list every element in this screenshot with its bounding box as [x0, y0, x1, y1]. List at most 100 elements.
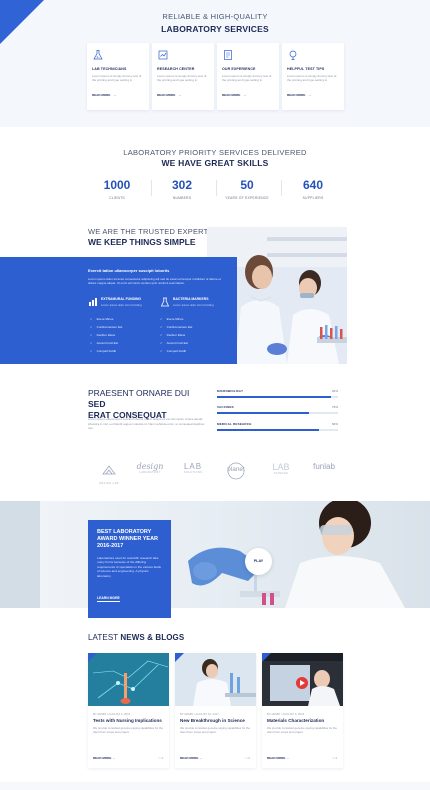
funlab-text: funlab: [313, 462, 335, 471]
news-badge: [262, 653, 271, 662]
feature-title: BACTERIA MARKERS: [173, 297, 209, 301]
news-image: [175, 653, 256, 706]
list-item: Accenti Incit Est: [160, 339, 230, 347]
progress-percent: 76%: [331, 405, 338, 409]
trusted-info-panel: Exercit tation ullamcorper suscipit lobo…: [0, 257, 237, 364]
service-name: RESEARCH CENTER: [157, 67, 195, 71]
news-card[interactable]: BY ADMIN / AUGUST 12, 2017 New Breakthro…: [175, 653, 256, 768]
read-more-link[interactable]: READ MORE →: [267, 756, 289, 760]
list-item: Decibor Elsus: [90, 331, 160, 339]
bacteria-icon: [160, 297, 170, 307]
news-badge: [175, 653, 184, 662]
read-more-link[interactable]: READ MORE →: [222, 93, 274, 97]
news-card[interactable]: BY ADMIN / AUGUST 9, 2016 Materials Char…: [262, 653, 343, 768]
news-title[interactable]: New Breakthrough in Science: [180, 718, 254, 723]
news-meta: BY ADMIN / AUGUST 4, 2016: [93, 712, 131, 716]
comments-count[interactable]: □ 6: [246, 756, 250, 760]
progress-fill: [217, 396, 331, 398]
list-item: Accenti Incit Est: [90, 339, 160, 347]
list-item: Confiromentem Est: [160, 323, 230, 331]
comments-count[interactable]: □ 4: [159, 756, 163, 760]
progress-name: MEDICAL RESEARCH: [217, 422, 252, 426]
trusted-subtitle: WE ARE THE TRUSTED EXPERTS: [88, 227, 214, 236]
funding-icon: [89, 298, 97, 306]
list-item: Compelt Fuldit: [90, 347, 160, 355]
stat-value: 302: [171, 178, 193, 192]
test-tips-icon: [289, 50, 297, 60]
news-excerpt: We provide consulted genuine paying capa…: [267, 726, 337, 735]
services-subtitle: RELIABLE & HIGH-QUALITY: [162, 12, 268, 21]
comments-count[interactable]: □ 4: [333, 756, 337, 760]
read-more-link[interactable]: READ MORE →: [287, 93, 339, 97]
news-image: [88, 653, 169, 706]
progress-name: VACCINES: [217, 405, 234, 409]
list-item: Compelt Fuldit: [160, 347, 230, 355]
service-name: HELPFUL TEST TIPS: [287, 67, 325, 71]
read-more-link[interactable]: READ MORE →: [180, 756, 202, 760]
progress-percent: 84%: [331, 422, 338, 426]
trusted-title: WE KEEP THINGS SIMPLE: [88, 237, 196, 247]
service-name: LAB TECHNICIANS: [92, 67, 127, 71]
read-more-link[interactable]: READ MORE →: [92, 93, 144, 97]
stat-label: NUMBERS: [172, 196, 192, 200]
award-scientist-photo: [0, 501, 430, 608]
flask-icon: [93, 50, 103, 60]
stat-suppliers: 640 SUPPLIERS: [283, 178, 343, 200]
stat-label: YEARS OF EXPERIENCE: [225, 196, 269, 200]
service-text: Lorem ipsum is simply dummy text of the …: [157, 74, 207, 83]
learn-more-button[interactable]: LEARN MORE: [97, 596, 120, 602]
news-meta: BY ADMIN / AUGUST 12, 2017: [180, 712, 219, 716]
stat-value: 1000: [103, 178, 131, 192]
stat-clients: 1000 CLIENTS: [87, 178, 147, 200]
news-image: [262, 653, 343, 706]
partner-logo-design-lab[interactable]: DESIGN LAB: [92, 462, 126, 485]
news-card[interactable]: BY ADMIN / AUGUST 4, 2016 Tests with Nur…: [88, 653, 169, 768]
news-section-title: LATEST NEWS & BLOGS: [88, 633, 185, 642]
feature-text: Lorem ipsum dolor sit in Funding: [173, 303, 214, 307]
partner-logo-planet[interactable]: planet: [219, 462, 253, 482]
panel-text: Lorem ipsum dolor sit amet consectetur a…: [88, 277, 221, 286]
award-info-box: BEST LABORATORY AWARD WINNER YEAR 2016-2…: [88, 520, 171, 618]
stat-label: CLIENTS: [109, 196, 125, 200]
checklist-left: Evere Minus Confiromentem Est Decibor El…: [90, 315, 160, 355]
partner-logo-lab-science[interactable]: LAB SCIENCE: [266, 462, 296, 482]
service-card-research-center[interactable]: RESEARCH CENTER Lorem ipsum is simply du…: [152, 43, 214, 110]
news-badge: [88, 653, 97, 662]
stat-value: 50: [240, 178, 254, 192]
progress-fill: [217, 412, 309, 414]
read-more-link[interactable]: READ MORE →: [93, 756, 115, 760]
news-meta: BY ADMIN / AUGUST 9, 2016: [267, 712, 305, 716]
news-excerpt: We provide consulted genuine paying capa…: [93, 726, 163, 735]
stat-numbers: 302 NUMBERS: [152, 178, 212, 200]
stats-subtitle: LABORATORY PRIORITY SERVICES DELIVERED: [123, 148, 307, 157]
service-card-helpful-test-tips[interactable]: HELPFUL TEST TIPS Lorem ipsum is simply …: [282, 43, 344, 110]
list-item: Evere Minus: [90, 315, 160, 323]
panel-heading: Exercit tation ullamcorper suscipit lobo…: [88, 268, 170, 273]
service-text: Lorem ipsum is simply dummy text of the …: [92, 74, 142, 83]
partner-logo-design[interactable]: design LABORATORY: [133, 462, 167, 482]
progress-fill: [217, 429, 319, 431]
experience-icon: [224, 50, 232, 60]
service-card-our-experience[interactable]: OUR EXPERIENCE Lorem ipsum is simply dum…: [217, 43, 279, 110]
award-title: BEST LABORATORY AWARD WINNER YEAR 2016-2…: [97, 529, 159, 550]
play-video-button[interactable]: PLAY: [245, 548, 272, 575]
service-name: OUR EXPERIENCE: [222, 67, 256, 71]
partner-logo-funlab[interactable]: funlab: [305, 462, 343, 482]
service-text: Lorem ipsum is simply dummy text of the …: [287, 74, 337, 83]
corner-accent: [0, 0, 44, 44]
progress-percent: 94%: [331, 389, 338, 393]
checklist-right: Evere Minus Confiromentem Est Decibor El…: [160, 315, 230, 355]
news-excerpt: We provide consulted genuine paying capa…: [180, 726, 250, 735]
research-icon: [158, 50, 168, 60]
partner-logo-lab-solutions[interactable]: LAB SOLUTIONS: [178, 462, 208, 482]
news-title[interactable]: Tests with Nursing Implications: [93, 718, 167, 723]
news-title[interactable]: Materials Characterization: [267, 718, 341, 723]
read-more-link[interactable]: READ MORE →: [157, 93, 209, 97]
service-card-lab-technicians[interactable]: LAB TECHNICIANS Lorem ipsum is simply du…: [87, 43, 149, 110]
feature-text: Lorem ipsum dolor sit in Funding: [101, 303, 142, 307]
stat-value: 640: [302, 178, 324, 192]
stats-title: WE HAVE GREAT SKILLS: [161, 158, 269, 168]
stat-label: SUPPLIERS: [302, 196, 324, 200]
progress-name: MICROBIOLOGY: [217, 389, 244, 393]
services-section: RELIABLE & HIGH-QUALITY LABORATORY SERVI…: [0, 0, 430, 127]
